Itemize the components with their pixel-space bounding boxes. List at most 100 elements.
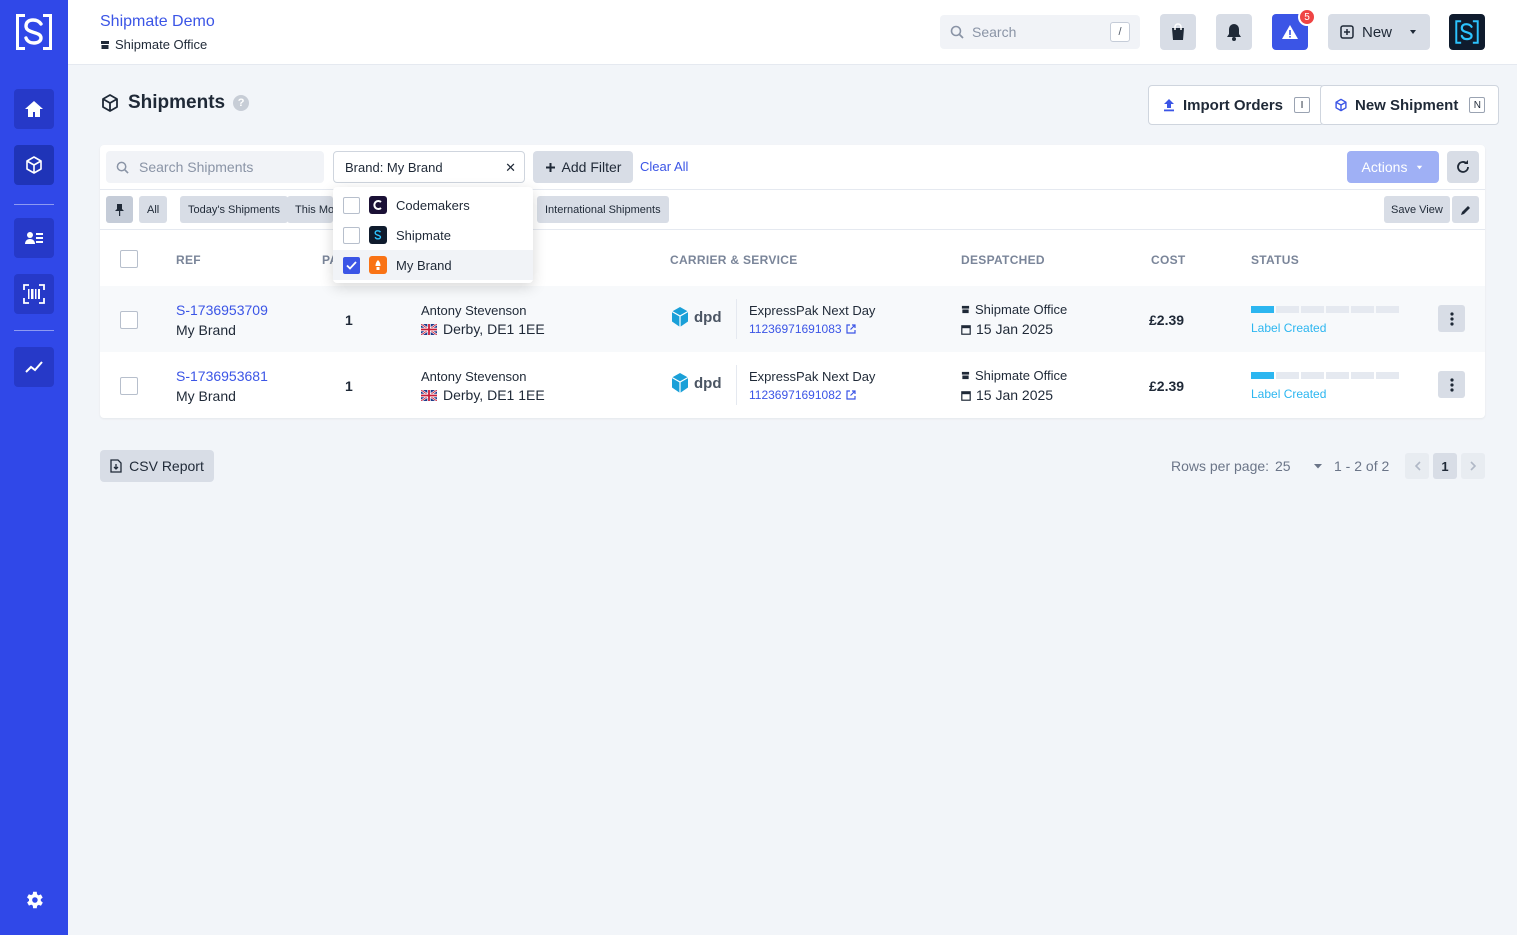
account-name[interactable]: Shipmate Demo: [100, 13, 215, 31]
shipmate-logo[interactable]: [14, 12, 54, 52]
dpd-cube-icon: [671, 373, 689, 393]
shopping-bag-icon: [1172, 23, 1184, 40]
check-icon: [346, 260, 357, 270]
shipment-ref-link[interactable]: S-1736953709: [176, 302, 268, 318]
calendar-icon: [961, 324, 971, 335]
location-name: Shipmate Office: [115, 37, 208, 52]
nav-scan[interactable]: [14, 274, 54, 314]
actions-button[interactable]: Actions: [1347, 151, 1439, 183]
brand-option-checkbox[interactable]: [343, 226, 360, 244]
brand-option-shipmate[interactable]: Shipmate: [333, 220, 533, 250]
row-checkbox[interactable]: [120, 377, 138, 395]
home-icon: [25, 101, 43, 117]
notifications-button[interactable]: [1216, 14, 1252, 50]
prev-page-button[interactable]: [1405, 453, 1429, 479]
refresh-button[interactable]: [1447, 151, 1479, 183]
new-label: New: [1361, 23, 1392, 41]
codemakers-logo-icon: [369, 196, 387, 214]
status-progress: Label Created: [1251, 372, 1399, 401]
import-orders-button[interactable]: Import Orders I: [1148, 85, 1325, 125]
column-header-despatched[interactable]: DESPATCHED: [961, 253, 1045, 267]
pagination-range: 1 - 2 of 2: [1334, 458, 1390, 474]
column-header-status[interactable]: STATUS: [1251, 253, 1299, 267]
search-shortcut: /: [1110, 22, 1130, 42]
shipment-search-input[interactable]: Search Shipments: [106, 151, 324, 183]
shipment-search-placeholder: Search Shipments: [139, 159, 254, 175]
orders-button[interactable]: [1160, 14, 1196, 50]
new-menu-button[interactable]: New: [1328, 14, 1430, 50]
column-header-carrier[interactable]: CARRIER & SERVICE: [670, 253, 798, 267]
save-view-button[interactable]: Save View: [1384, 196, 1450, 223]
column-header-ref[interactable]: REF: [176, 253, 201, 267]
nav-settings[interactable]: [14, 880, 54, 920]
pencil-icon: [1460, 205, 1470, 215]
parcel-count: 1: [345, 378, 353, 394]
help-icon[interactable]: ?: [233, 95, 250, 111]
despatch-location-text: Shipmate Office: [975, 302, 1068, 317]
row-menu-button[interactable]: [1438, 371, 1465, 398]
location-selector[interactable]: Shipmate Office: [100, 37, 207, 52]
brand-option-my-brand[interactable]: My Brand: [333, 250, 533, 280]
chevron-down-icon: [1417, 165, 1423, 169]
tracking-link[interactable]: 11236971691082: [749, 388, 856, 402]
table-row[interactable]: S-1736953681 My Brand 1 Antony Stevenson…: [100, 352, 1485, 418]
view-this-month[interactable]: This Month: [287, 196, 333, 223]
progress-bar: [1251, 372, 1399, 379]
recipient-address: Derby, DE1 1EE: [421, 321, 545, 337]
csv-report-button[interactable]: CSV Report: [100, 450, 214, 482]
nav-reports[interactable]: [14, 347, 54, 387]
avatar[interactable]: [1449, 14, 1485, 50]
divider: [100, 189, 1485, 190]
tracking-link[interactable]: 11236971691083: [749, 322, 856, 336]
rows-per-page-select[interactable]: 25: [1275, 458, 1323, 474]
column-header-cost[interactable]: COST: [1151, 253, 1186, 267]
more-vertical-icon: [1449, 377, 1454, 392]
edit-view-button[interactable]: [1452, 196, 1479, 223]
status-label: Label Created: [1251, 321, 1327, 335]
nav-addresses[interactable]: [14, 218, 54, 258]
select-all-checkbox[interactable]: [120, 250, 138, 268]
view-todays-shipments[interactable]: Today's Shipments: [180, 196, 288, 223]
brand-option-codemakers[interactable]: Codemakers: [333, 190, 533, 220]
view-international-shipments[interactable]: International Shipments: [537, 196, 669, 223]
nav-home[interactable]: [14, 89, 54, 129]
tracking-number: 11236971691082: [749, 388, 842, 402]
table-row[interactable]: S-1736953709 My Brand 1 Antony Stevenson…: [100, 286, 1485, 352]
page-title: Shipments ?: [100, 92, 250, 114]
status-label: Label Created: [1251, 387, 1327, 401]
nav-shipments[interactable]: [14, 145, 54, 185]
search-placeholder: Search: [972, 24, 1017, 40]
view-all[interactable]: All: [139, 196, 168, 223]
carrier-name: dpd: [694, 374, 722, 392]
page-number-button[interactable]: 1: [1433, 453, 1457, 479]
row-menu-button[interactable]: [1438, 305, 1465, 332]
box-icon: [102, 94, 118, 112]
store-icon: [101, 40, 109, 49]
add-filter-button[interactable]: Add Filter: [533, 151, 633, 183]
brand-option-checkbox-checked[interactable]: [343, 256, 360, 274]
pin-views-button[interactable]: [106, 196, 133, 223]
global-search-input[interactable]: Search /: [940, 15, 1140, 49]
brand-option-label: Codemakers: [396, 197, 470, 213]
search-icon: [950, 25, 964, 39]
row-checkbox[interactable]: [120, 311, 138, 329]
clear-all-link[interactable]: Clear All: [640, 159, 688, 174]
box-icon: [26, 156, 42, 174]
new-shipment-button[interactable]: New Shipment N: [1320, 85, 1500, 125]
close-icon[interactable]: ✕: [505, 160, 516, 176]
plus-icon: [545, 162, 555, 172]
alerts-button[interactable]: 5: [1272, 8, 1316, 50]
shipment-ref-link[interactable]: S-1736953681: [176, 368, 268, 384]
chevron-down-icon: [1410, 30, 1416, 34]
shipment-cost: £2.39: [1149, 312, 1185, 328]
chevron-right-icon: [1469, 461, 1476, 471]
gear-icon: [27, 891, 43, 909]
brand-filter-chip[interactable]: Brand: My Brand ✕: [333, 151, 525, 183]
uk-flag-icon: [421, 323, 437, 335]
bell-icon: [1227, 24, 1241, 41]
brand-option-checkbox[interactable]: [343, 196, 360, 214]
calendar-icon: [961, 390, 971, 401]
shipment-cost: £2.39: [1149, 378, 1185, 394]
rows-per-page-value: 25: [1275, 458, 1291, 474]
next-page-button[interactable]: [1461, 453, 1485, 479]
